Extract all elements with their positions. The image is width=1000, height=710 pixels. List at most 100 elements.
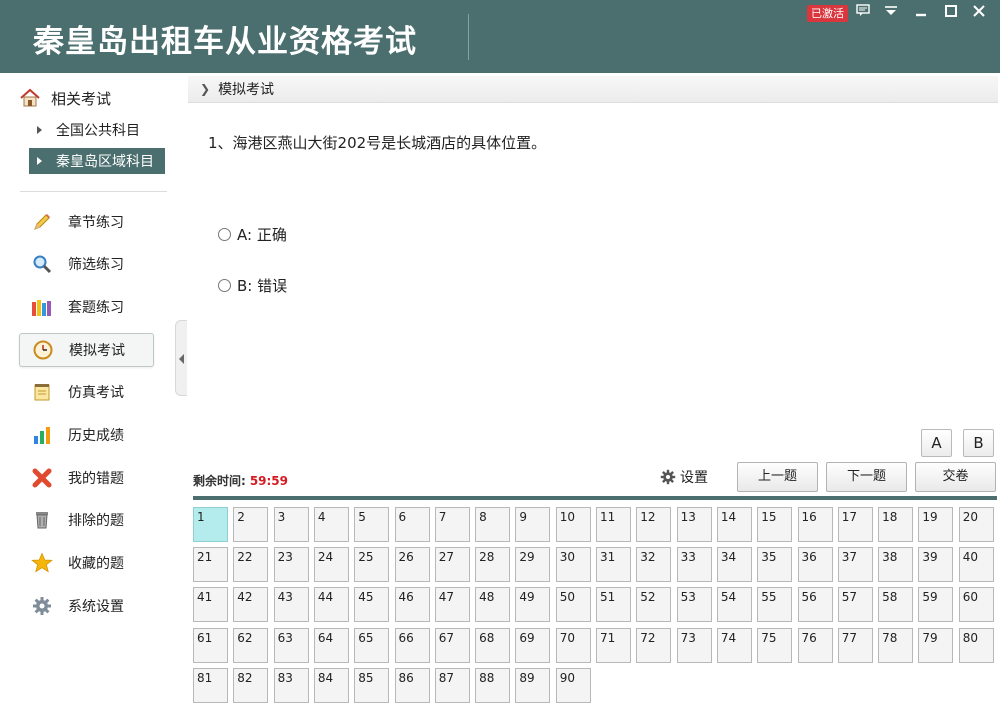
question-number-cell[interactable]: 57 [837, 587, 873, 623]
question-number-cell[interactable]: 38 [878, 547, 914, 583]
question-number-cell[interactable]: 45 [354, 587, 390, 623]
next-question-button[interactable]: 下一题 [826, 462, 907, 492]
option-b[interactable]: B: 错误 [218, 275, 287, 295]
question-number-cell[interactable]: 70 [555, 627, 591, 663]
question-number-cell[interactable]: 5 [354, 507, 390, 542]
question-number-cell[interactable]: 72 [636, 627, 672, 663]
sidebar-item-wrong-questions[interactable]: 我的错题 [19, 461, 154, 495]
question-number-cell[interactable]: 21 [193, 547, 228, 583]
option-a[interactable]: A: 正确 [218, 224, 287, 244]
question-number-cell[interactable]: 51 [596, 587, 631, 623]
question-number-cell[interactable]: 75 [757, 627, 793, 663]
question-number-cell[interactable]: 1 [193, 507, 228, 542]
question-number-cell[interactable]: 25 [354, 547, 390, 583]
question-number-cell[interactable]: 20 [958, 507, 994, 542]
question-number-cell[interactable]: 50 [555, 587, 591, 623]
question-number-cell[interactable]: 90 [555, 667, 591, 703]
question-number-cell[interactable]: 14 [716, 507, 752, 542]
question-number-cell[interactable]: 7 [434, 507, 470, 542]
question-number-cell[interactable]: 17 [837, 507, 873, 542]
question-number-cell[interactable]: 65 [354, 627, 390, 663]
question-number-cell[interactable]: 31 [596, 547, 631, 583]
question-number-cell[interactable]: 43 [273, 587, 309, 623]
question-number-cell[interactable]: 44 [313, 587, 349, 623]
question-number-cell[interactable]: 82 [233, 667, 269, 703]
question-number-cell[interactable]: 84 [313, 667, 349, 703]
question-number-cell[interactable]: 46 [394, 587, 430, 623]
prev-question-button[interactable]: 上一题 [737, 462, 818, 492]
radio-button[interactable] [218, 227, 231, 241]
settings-button[interactable]: 设置 [660, 467, 708, 487]
radio-button[interactable] [218, 278, 231, 292]
sub-item-qinhuangdao[interactable]: 秦皇岛区域科目 [29, 148, 165, 174]
question-number-cell[interactable]: 4 [313, 507, 349, 542]
question-number-cell[interactable]: 6 [394, 507, 430, 542]
question-number-cell[interactable]: 10 [555, 507, 591, 542]
related-exams[interactable]: 相关考试 [19, 85, 111, 111]
message-icon[interactable] [852, 3, 874, 23]
question-number-cell[interactable]: 80 [958, 627, 994, 663]
question-number-cell[interactable]: 34 [716, 547, 752, 583]
question-number-cell[interactable]: 86 [394, 667, 430, 703]
sub-item-national[interactable]: 全国公共科目 [29, 117, 165, 143]
sidebar-item-favorites[interactable]: 收藏的题 [19, 546, 154, 580]
question-number-cell[interactable]: 63 [273, 627, 309, 663]
question-number-cell[interactable]: 9 [515, 507, 551, 542]
question-number-cell[interactable]: 67 [434, 627, 470, 663]
sidebar-item-system-settings[interactable]: 系统设置 [19, 589, 154, 623]
question-number-cell[interactable]: 24 [313, 547, 349, 583]
question-number-cell[interactable]: 18 [878, 507, 914, 542]
question-number-cell[interactable]: 47 [434, 587, 470, 623]
question-number-cell[interactable]: 60 [958, 587, 994, 623]
submit-exam-button[interactable]: 交卷 [915, 462, 996, 492]
question-number-cell[interactable]: 8 [475, 507, 511, 542]
question-number-cell[interactable]: 66 [394, 627, 430, 663]
sidebar-item-filter-practice[interactable]: 筛选练习 [19, 247, 154, 281]
minimize-icon[interactable] [910, 3, 932, 23]
sidebar-item-history-scores[interactable]: 历史成绩 [19, 418, 154, 452]
close-icon[interactable] [968, 3, 990, 23]
sidebar-item-set-practice[interactable]: 套题练习 [19, 290, 154, 324]
question-number-cell[interactable]: 13 [676, 507, 712, 542]
sidebar-item-mock-exam[interactable]: 模拟考试 [19, 333, 154, 367]
sidebar-item-excluded-questions[interactable]: 排除的题 [19, 503, 154, 537]
question-number-cell[interactable]: 15 [757, 507, 793, 542]
question-number-cell[interactable]: 73 [676, 627, 712, 663]
question-number-cell[interactable]: 53 [676, 587, 712, 623]
question-number-cell[interactable]: 26 [394, 547, 430, 583]
question-number-cell[interactable]: 87 [434, 667, 470, 703]
question-number-cell[interactable]: 83 [273, 667, 309, 703]
question-number-cell[interactable]: 58 [878, 587, 914, 623]
sidebar-item-simulated-exam[interactable]: 仿真考试 [19, 375, 154, 409]
question-number-cell[interactable]: 49 [515, 587, 551, 623]
question-number-cell[interactable]: 30 [555, 547, 591, 583]
question-number-cell[interactable]: 64 [313, 627, 349, 663]
question-number-cell[interactable]: 59 [918, 587, 954, 623]
dropdown-icon[interactable] [880, 3, 902, 23]
question-number-cell[interactable]: 3 [273, 507, 309, 542]
question-number-cell[interactable]: 81 [193, 667, 228, 703]
question-number-cell[interactable]: 19 [918, 507, 954, 542]
question-number-cell[interactable]: 36 [797, 547, 833, 583]
question-number-cell[interactable]: 61 [193, 627, 228, 663]
question-number-cell[interactable]: 62 [233, 627, 269, 663]
question-number-cell[interactable]: 79 [918, 627, 954, 663]
question-number-cell[interactable]: 27 [434, 547, 470, 583]
question-number-cell[interactable]: 71 [596, 627, 631, 663]
question-number-cell[interactable]: 42 [233, 587, 269, 623]
question-number-cell[interactable]: 33 [676, 547, 712, 583]
question-number-cell[interactable]: 28 [475, 547, 511, 583]
font-a-button[interactable]: A [921, 429, 952, 457]
question-number-cell[interactable]: 40 [958, 547, 994, 583]
question-number-cell[interactable]: 48 [475, 587, 511, 623]
question-number-cell[interactable]: 32 [636, 547, 672, 583]
question-number-cell[interactable]: 74 [716, 627, 752, 663]
question-number-cell[interactable]: 68 [475, 627, 511, 663]
question-number-cell[interactable]: 41 [193, 587, 228, 623]
question-number-cell[interactable]: 29 [515, 547, 551, 583]
sidebar-collapse-handle[interactable] [175, 320, 187, 396]
question-number-cell[interactable]: 12 [636, 507, 672, 542]
maximize-icon[interactable] [940, 3, 962, 23]
question-number-cell[interactable]: 76 [797, 627, 833, 663]
question-number-cell[interactable]: 78 [878, 627, 914, 663]
